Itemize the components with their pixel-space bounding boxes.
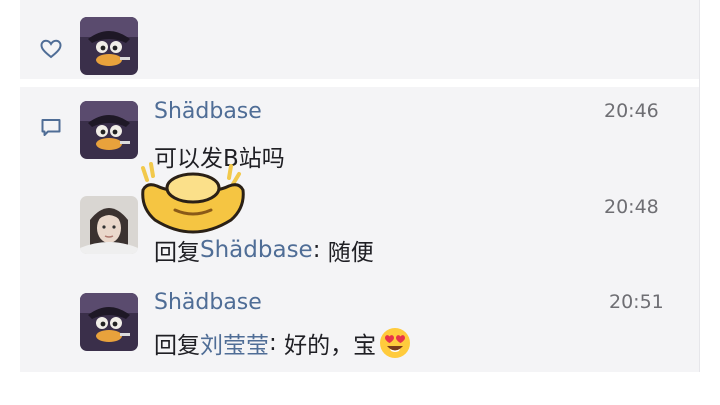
avatar[interactable] [80,17,138,75]
heart-icon[interactable] [38,36,64,62]
comment-icon[interactable] [38,114,64,140]
mention-link[interactable]: Shädbase [200,237,313,263]
comment-text: 回复 刘莹莹: 好的，宝 [154,326,412,360]
mention-link[interactable]: 刘莹莹 [200,326,269,360]
avatar[interactable] [80,101,138,159]
comment-body: 随便 [327,240,374,266]
reply-separator: : [269,330,285,356]
avatar[interactable] [80,293,138,351]
comment-body: 好的，宝 [284,333,377,359]
username[interactable]: Shädbase [154,99,262,124]
section-divider [20,79,700,87]
timestamp: 20:46 [604,100,659,122]
panel-border [699,0,700,372]
avatar[interactable] [80,196,138,254]
timestamp: 20:51 [609,291,664,313]
username[interactable]: Shädbase [154,290,262,315]
reply-separator: : [312,237,328,263]
heart-eyes-emoji-icon [378,326,412,360]
reply-prefix: 回复 [154,333,200,359]
gold-ingot-sticker-icon [135,160,251,240]
timestamp: 20:48 [604,196,659,218]
